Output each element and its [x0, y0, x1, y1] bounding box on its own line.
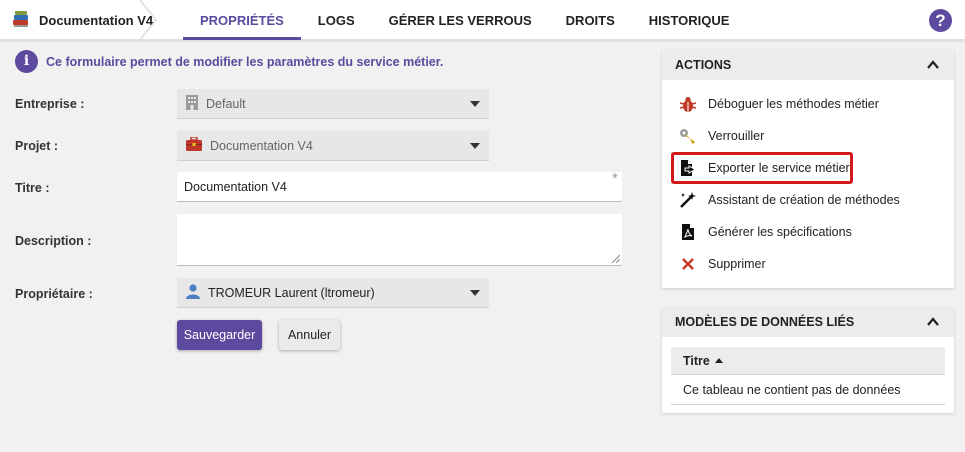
actions-panel-header[interactable]: ACTIONS — [662, 50, 954, 80]
entreprise-label: Entreprise : — [15, 97, 85, 111]
magic-wand-icon — [678, 190, 698, 210]
projet-label: Projet : — [15, 139, 59, 153]
top-bar: Documentation V4 PROPRIÉTÉS LOGS GÉRER L… — [0, 0, 965, 40]
titre-label: Titre : — [15, 181, 50, 195]
entreprise-select[interactable]: Default — [177, 89, 489, 119]
chevron-down-icon — [470, 101, 480, 107]
action-delete[interactable]: Supprimer — [678, 254, 766, 274]
required-asterisk: * — [612, 170, 618, 187]
chevron-up-icon[interactable] — [926, 315, 940, 329]
breadcrumb-label: Documentation V4 — [39, 12, 154, 28]
tab-logs[interactable]: LOGS — [301, 0, 372, 40]
action-wizard[interactable]: Assistant de création de méthodes — [678, 190, 900, 210]
resize-handle-icon[interactable] — [611, 254, 620, 263]
action-lock[interactable]: Verrouiller — [678, 126, 764, 146]
projet-select[interactable]: Documentation V4 — [177, 131, 489, 161]
proprietaire-label: Propriétaire : — [15, 287, 93, 301]
file-pdf-icon — [678, 222, 698, 242]
models-panel-header[interactable]: MODÈLES DE DONNÉES LIÉS — [662, 307, 954, 337]
tab-bar: PROPRIÉTÉS LOGS GÉRER LES VERROUS DROITS… — [183, 0, 746, 40]
action-specs[interactable]: Générer les spécifications — [678, 222, 852, 242]
delete-x-icon — [678, 254, 698, 274]
info-message: i Ce formulaire permet de modifier les p… — [15, 50, 443, 73]
tab-gerer-les-verrous[interactable]: GÉRER LES VERROUS — [372, 0, 549, 40]
breadcrumb[interactable]: Documentation V4 — [0, 0, 155, 40]
action-lock-label: Verrouiller — [708, 129, 765, 143]
titre-input[interactable]: Documentation V4 — [177, 172, 622, 202]
entreprise-value: Default — [206, 96, 246, 111]
building-icon — [186, 94, 198, 113]
breadcrumb-chevron-icon — [139, 0, 157, 40]
chevron-up-icon[interactable] — [926, 58, 940, 72]
proprietaire-value: TROMEUR Laurent (ltromeur) — [208, 285, 375, 300]
question-circle-icon[interactable]: ? — [929, 9, 952, 32]
models-panel: MODÈLES DE DONNÉES LIÉS Titre Ce tableau… — [662, 307, 954, 413]
books-icon — [11, 9, 31, 32]
action-specs-label: Générer les spécifications — [708, 225, 852, 239]
models-panel-title: MODÈLES DE DONNÉES LIÉS — [675, 315, 855, 329]
proprietaire-select[interactable]: TROMEUR Laurent (ltromeur) — [177, 278, 489, 308]
user-icon — [186, 283, 200, 302]
chevron-down-icon — [470, 143, 480, 149]
action-wizard-label: Assistant de création de méthodes — [708, 193, 900, 207]
column-header-label: Titre — [683, 353, 710, 368]
chevron-down-icon — [470, 290, 480, 296]
export-highlight-box — [671, 152, 853, 184]
info-icon: i — [15, 50, 38, 73]
tab-historique[interactable]: HISTORIQUE — [632, 0, 747, 40]
empty-table-row: Ce tableau ne contient pas de données — [671, 375, 945, 405]
sort-asc-icon — [714, 358, 723, 363]
projet-value: Documentation V4 — [210, 138, 313, 153]
titre-value: Documentation V4 — [184, 180, 287, 194]
save-button[interactable]: Sauvegarder — [177, 320, 262, 350]
action-debug-label: Déboguer les méthodes métier — [708, 97, 879, 111]
action-delete-label: Supprimer — [708, 257, 766, 271]
description-label: Description : — [15, 234, 92, 248]
bug-icon — [678, 94, 698, 114]
tab-droits[interactable]: DROITS — [549, 0, 632, 40]
action-debug[interactable]: Déboguer les méthodes métier — [678, 94, 879, 114]
actions-panel-title: ACTIONS — [675, 58, 732, 72]
briefcase-icon — [186, 136, 202, 154]
description-textarea[interactable] — [177, 214, 622, 266]
column-header-titre[interactable]: Titre — [671, 347, 945, 375]
key-icon — [678, 126, 698, 146]
empty-table-text: Ce tableau ne contient pas de données — [683, 382, 901, 397]
cancel-button[interactable]: Annuler — [279, 320, 340, 350]
tab-proprietes[interactable]: PROPRIÉTÉS — [183, 0, 301, 40]
info-text: Ce formulaire permet de modifier les par… — [46, 54, 444, 69]
